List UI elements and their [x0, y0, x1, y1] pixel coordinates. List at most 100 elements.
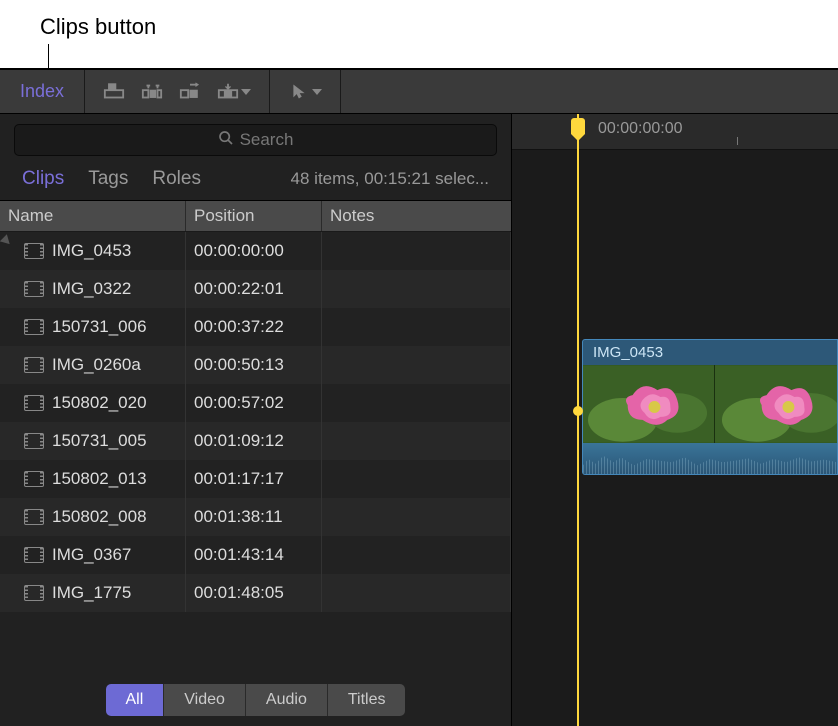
cell-name: IMG_1775 [0, 574, 186, 612]
cell-position: 00:01:17:17 [186, 460, 322, 498]
filter-titles-button[interactable]: Titles [328, 684, 406, 716]
insert-tool-icon[interactable] [141, 81, 163, 103]
timecode-display: 00:00:00:00 [598, 120, 683, 138]
column-header-notes[interactable]: Notes [322, 201, 511, 231]
clip-thumbnails [583, 365, 837, 443]
cell-position: 00:01:38:11 [186, 498, 322, 536]
table-row[interactable]: IMG_0260a 00:00:50:13 [0, 346, 511, 384]
tabs-row: Clips Tags Roles 48 items, 00:15:21 sele… [0, 162, 511, 200]
clip-name-label: IMG_0453 [52, 241, 131, 261]
cell-notes [322, 270, 511, 308]
tab-tags[interactable]: Tags [88, 168, 128, 190]
cell-name: 150802_020 [0, 384, 186, 422]
table-row[interactable]: IMG_0453 00:00:00:00 [0, 232, 511, 270]
cell-notes [322, 422, 511, 460]
clip-icon [24, 281, 44, 297]
index-button[interactable]: Index [0, 81, 84, 102]
column-header-name[interactable]: Name [0, 201, 186, 231]
timeline-ruler[interactable]: 00:00:00:00 [512, 114, 838, 150]
table-row[interactable]: IMG_032200:00:22:01 [0, 270, 511, 308]
table-row[interactable]: IMG_036700:01:43:14 [0, 536, 511, 574]
cell-name: IMG_0260a [0, 346, 186, 384]
filter-row: All Video Audio Titles [0, 674, 511, 726]
cell-name: IMG_0367 [0, 536, 186, 574]
table-row[interactable]: IMG_1775 00:01:48:05 [0, 574, 511, 612]
cell-notes [322, 384, 511, 422]
clip-icon [24, 509, 44, 525]
index-panel: Search Clips Tags Roles 48 items, 00:15:… [0, 114, 512, 726]
select-tool-group [270, 81, 340, 103]
overwrite-tool-icon [217, 81, 239, 103]
clip-name-label: IMG_0367 [52, 545, 131, 565]
cell-position: 00:00:37:22 [186, 308, 322, 346]
playhead[interactable] [577, 114, 579, 726]
overwrite-tool-dropdown[interactable] [217, 81, 251, 103]
clip-icon [24, 547, 44, 563]
chevron-down-icon [312, 89, 322, 95]
cell-position: 00:00:22:01 [186, 270, 322, 308]
cell-notes [322, 460, 511, 498]
app-window: Index [0, 68, 838, 726]
clip-thumbnail [583, 365, 715, 443]
cell-notes [322, 498, 511, 536]
table-row[interactable]: 150802_008 00:01:38:11 [0, 498, 511, 536]
table-body: IMG_045300:00:00:00IMG_032200:00:22:0115… [0, 232, 511, 674]
cell-position: 00:00:00:00 [186, 232, 322, 270]
cell-name: 150802_008 [0, 498, 186, 536]
table-row[interactable]: 150802_01300:01:17:17 [0, 460, 511, 498]
search-icon [218, 130, 234, 151]
clip-name-label: IMG_1775 [52, 583, 131, 603]
filter-video-button[interactable]: Video [164, 684, 246, 716]
clip-icon [24, 319, 44, 335]
toolbar-divider [340, 70, 341, 113]
pointer-tool-icon [288, 81, 310, 103]
clip-icon [24, 357, 44, 373]
search-row: Search [0, 114, 511, 162]
edit-tool-group [85, 81, 269, 103]
clip-icon [24, 433, 44, 449]
cell-notes [322, 346, 511, 384]
timeline-clip-label: IMG_0453 [583, 340, 837, 365]
clip-icon [24, 471, 44, 487]
cell-notes [322, 574, 511, 612]
clip-waveform [583, 443, 837, 475]
table-row[interactable]: 150731_006 00:00:37:22 [0, 308, 511, 346]
cell-name: 150802_013 [0, 460, 186, 498]
tab-roles[interactable]: Roles [152, 168, 201, 190]
cell-name: IMG_0322 [0, 270, 186, 308]
column-header-position[interactable]: Position [186, 201, 322, 231]
clip-name-label: 150802_008 [52, 507, 147, 527]
clip-name-label: 150731_005 [52, 431, 147, 451]
clip-icon [24, 585, 44, 601]
chevron-down-icon [241, 89, 251, 95]
clip-name-label: 150802_020 [52, 393, 147, 413]
search-placeholder: Search [240, 130, 294, 150]
append-tool-icon[interactable] [179, 81, 201, 103]
clip-icon [24, 243, 44, 259]
cell-position: 00:01:48:05 [186, 574, 322, 612]
timeline-panel[interactable]: 00:00:00:00 IMG_0453 [512, 114, 838, 726]
cell-position: 00:00:57:02 [186, 384, 322, 422]
filter-audio-button[interactable]: Audio [246, 684, 328, 716]
playhead-marker-icon [573, 406, 583, 416]
select-tool-dropdown[interactable] [288, 81, 322, 103]
cell-name: 150731_006 [0, 308, 186, 346]
annotation-label: Clips button [40, 14, 156, 40]
main-area: Search Clips Tags Roles 48 items, 00:15:… [0, 114, 838, 726]
timeline-clip[interactable]: IMG_0453 [582, 339, 838, 475]
clip-name-label: 150731_006 [52, 317, 147, 337]
table-row[interactable]: 150802_020 00:00:57:02 [0, 384, 511, 422]
cell-position: 00:00:50:13 [186, 346, 322, 384]
table-header: Name Position Notes [0, 200, 511, 232]
filter-all-button[interactable]: All [106, 684, 165, 716]
search-input[interactable]: Search [14, 124, 497, 156]
clip-name-label: IMG_0260a [52, 355, 141, 375]
connect-tool-icon[interactable] [103, 81, 125, 103]
cell-name: 150731_005 [0, 422, 186, 460]
cell-notes [322, 232, 511, 270]
status-text: 48 items, 00:15:21 selec... [291, 169, 489, 189]
table-row[interactable]: 150731_00500:01:09:12 [0, 422, 511, 460]
clip-thumbnail [715, 365, 837, 443]
tab-clips[interactable]: Clips [22, 168, 64, 190]
cell-notes [322, 308, 511, 346]
